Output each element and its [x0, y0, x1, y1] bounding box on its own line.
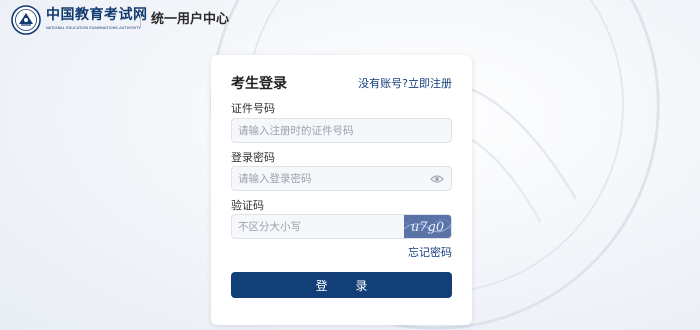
id-number-field-container — [231, 118, 452, 143]
login-button[interactable]: 登 录 — [231, 272, 452, 298]
eye-icon[interactable] — [430, 173, 444, 185]
captcha-field-container: u7g0 — [231, 214, 452, 239]
login-card: 考生登录 没有账号?立即注册 证件号码 登录密码 验证码 u7g0 忘记密码 登… — [211, 55, 472, 325]
captcha-input[interactable] — [232, 215, 402, 239]
logo-chinese-text: 中国教育考试网 — [46, 7, 148, 23]
id-number-label: 证件号码 — [231, 102, 275, 115]
page-title: 统一用户中心 — [151, 12, 230, 27]
login-title: 考生登录 — [231, 76, 287, 92]
logo-english-text: NATIONAL EDUCATION EXAMINATIONS AUTHORIT… — [46, 26, 141, 30]
password-input[interactable] — [232, 167, 451, 191]
header-divider — [140, 12, 141, 28]
site-logo[interactable]: 中国教育考试网 NATIONAL EDUCATION EXAMINATIONS … — [46, 7, 148, 31]
captcha-label: 验证码 — [231, 199, 264, 212]
captcha-code-text: u7g0 — [411, 220, 444, 235]
password-label: 登录密码 — [231, 151, 275, 164]
captcha-image[interactable]: u7g0 — [404, 215, 451, 238]
id-number-input[interactable] — [232, 119, 451, 143]
site-header: 中国教育考试网 NATIONAL EDUCATION EXAMINATIONS … — [0, 0, 700, 40]
forgot-password-link[interactable]: 忘记密码 — [408, 246, 452, 260]
password-field-container — [231, 166, 452, 191]
neea-emblem-icon[interactable] — [11, 5, 41, 35]
register-link[interactable]: 没有账号?立即注册 — [358, 77, 452, 91]
